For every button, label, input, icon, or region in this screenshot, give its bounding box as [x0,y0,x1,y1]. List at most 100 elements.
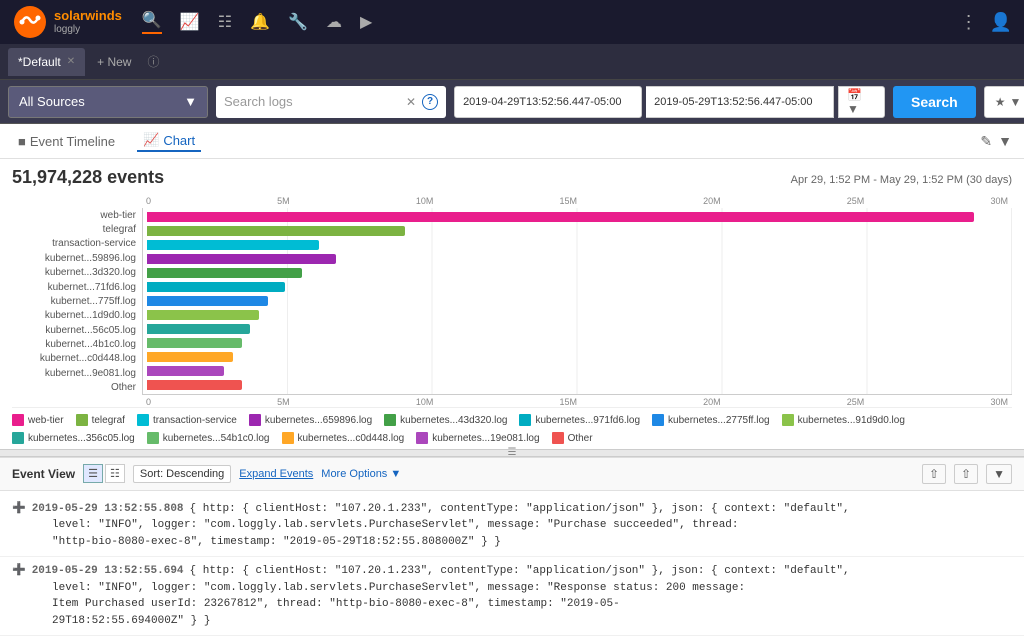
calendar-icon[interactable]: 📅 ▼ [838,86,885,118]
legend-item: web-tier [12,414,64,426]
user-icon[interactable]: 👤 [990,12,1012,33]
tab-event-timeline[interactable]: ■ Event Timeline [12,132,121,151]
bar-row [147,294,1008,308]
top-axis: 0 5M 10M 15M 20M 25M 30M [146,196,1012,208]
legend-color [76,414,88,426]
legend-item: transaction-service [137,414,237,426]
log-text-continuation: level: "INFO", logger: "com.loggly.lab.s… [12,517,1012,534]
legend-label: transaction-service [153,415,237,426]
chart-more-icon[interactable]: ▼ [998,133,1012,149]
bar-row [147,322,1008,336]
legend-item: kubernetes...91d9d0.log [782,414,905,426]
logo: solarwinds loggly [12,4,122,40]
clear-search-icon[interactable]: ✕ [406,95,416,109]
legend-label: kubernetes...19e081.log [432,433,539,444]
tab-default[interactable]: *Default ✕ [8,48,85,76]
date-start-input[interactable] [454,86,642,118]
chart-edit-icon[interactable]: ✎ [980,133,992,150]
bar-row [147,210,1008,224]
bar [147,282,285,292]
bell-nav-icon[interactable]: 🔔 [250,12,270,32]
event-count: 51,974,228 events [12,167,164,188]
divider-bar[interactable]: ☰ [0,449,1024,457]
bar [147,226,405,236]
bar-chart: web-tiertelegraftransaction-servicekuber… [12,208,1012,395]
more-button[interactable]: ▼ [986,464,1012,484]
bar [147,268,302,278]
legend-item: kubernetes...19e081.log [416,432,539,444]
source-selector[interactable]: All Sources ▼ [8,86,208,118]
legend-item: kubernetes...659896.log [249,414,372,426]
bar-label: Other [12,382,136,393]
grid-nav-icon[interactable]: ☷ [218,12,232,32]
chart-nav-icon[interactable]: 📈 [180,12,200,32]
legend-item: kubernetes...43d320.log [384,414,507,426]
grid-view-icon[interactable]: ☷ [105,464,125,483]
bar-label: transaction-service [12,238,136,249]
legend-label: kubernetes...43d320.log [400,415,507,426]
timeline-label: Event Timeline [30,134,115,149]
bar-label: kubernet...71fd6.log [12,282,136,293]
info-icon[interactable]: ⓘ [143,49,163,74]
bar [147,352,233,362]
tab-close-icon[interactable]: ✕ [67,56,75,67]
terminal-nav-icon[interactable]: ▶ [360,12,372,32]
log-text: { http: { clientHost: "107.20.1.233", co… [190,565,850,577]
tab-new[interactable]: + New [89,51,139,73]
date-end-input[interactable] [646,86,834,118]
bar-label: kubernet...c0d448.log [12,353,136,364]
legend-color [282,432,294,444]
expand-events-button[interactable]: Expand Events [239,468,313,480]
chart-legend: web-tiertelegraftransaction-servicekuber… [12,407,1012,448]
legend-color [552,432,564,444]
tab-chart[interactable]: 📈 Chart [137,130,201,152]
product-name: loggly [54,24,122,36]
bar-chart-wrap: 0 5M 10M 15M 20M 25M 30M web-tiertelegra… [12,196,1012,407]
legend-item: kubernetes...c0d448.log [282,432,405,444]
bar-label: telegraf [12,224,136,235]
legend-label: kubernetes...91d9d0.log [798,415,905,426]
new-tab-icon: + [97,55,104,69]
bars-inner [143,208,1012,394]
export-button[interactable]: ⇧ [954,464,978,484]
log-entry: ➕2019-05-29 13:52:55.808{ http: { client… [0,495,1024,558]
cloud-nav-icon[interactable]: ☁ [326,12,342,32]
log-entry: ➕2019-05-29 13:52:55.694{ http: { client… [0,557,1024,636]
bar-row [147,266,1008,280]
search-input[interactable] [224,94,400,109]
legend-label: kubernetes...356c05.log [28,433,135,444]
apps-icon[interactable]: ⋮ [960,12,978,33]
legend-label: kubernetes...971fd6.log [535,415,640,426]
search-help-icon[interactable]: ? [422,94,438,110]
sort-dropdown[interactable]: Sort: Descending [133,465,231,483]
bar-label: kubernet...3d320.log [12,267,136,278]
nav-right: ⋮ 👤 [960,12,1012,33]
log-text-continuation: "http-bio-8080-exec-8", timestamp: "2019… [12,534,1012,551]
bar-row [147,308,1008,322]
bar-label: kubernet...1d9d0.log [12,310,136,321]
star-button[interactable]: ★ ▼ [984,86,1024,118]
bar-label: kubernet...775ff.log [12,296,136,307]
chart-label: Chart [163,133,195,148]
more-options-button[interactable]: More Options ▼ [321,468,401,480]
log-toggle[interactable]: ➕ [12,503,26,515]
legend-item: kubernetes...971fd6.log [519,414,640,426]
legend-color [519,414,531,426]
log-toggle[interactable]: ➕ [12,565,26,577]
bar-label: kubernet...4b1c0.log [12,339,136,350]
search-nav-icon[interactable]: 🔍 [142,10,162,34]
bar-row [147,350,1008,364]
search-input-wrap: ✕ ? [216,86,446,118]
view-icons: ☰ ☷ [83,464,125,483]
bar-row [147,280,1008,294]
bar-label: kubernet...56c05.log [12,325,136,336]
star-chevron-icon: ▼ [1009,95,1021,109]
event-view-label: Event View [12,467,75,481]
tab-default-label: *Default [18,55,61,69]
share-button[interactable]: ⇧ [922,464,946,484]
search-button[interactable]: Search [893,86,976,118]
more-options-label: More Options [321,468,387,480]
chart-toolbar-right: ✎ ▼ [980,133,1012,150]
list-view-icon[interactable]: ☰ [83,464,103,483]
wrench-nav-icon[interactable]: 🔧 [288,12,308,32]
